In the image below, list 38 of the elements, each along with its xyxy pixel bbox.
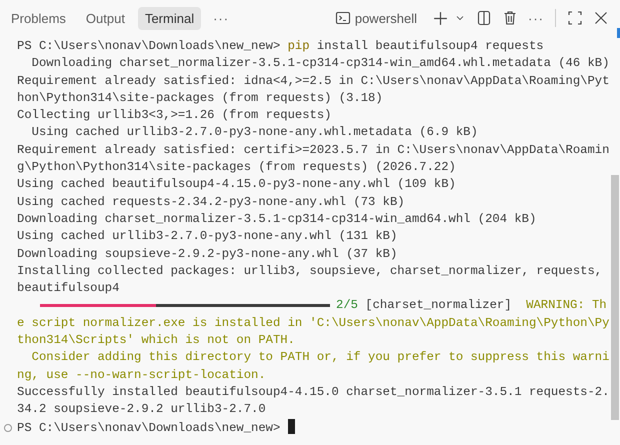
maximize-icon[interactable]	[567, 10, 583, 26]
shell-name[interactable]: powershell	[354, 10, 417, 26]
terminal-line: g\Python\Python314\site-packages (from requests) (2026.7.22)	[17, 159, 456, 176]
scrollbar-thumb[interactable]	[611, 175, 619, 420]
terminal-line: Using cached urllib3-2.7.0-py3-none-any.whl.metadata (6.9 kB)	[30, 124, 478, 142]
plus-icon[interactable]	[432, 10, 449, 26]
terminal-line: Downloading charset_normalizer-3.5.1-cp314-cp314-win_amd64.whl.metadata (46 kB)	[30, 55, 610, 72]
more-actions-button[interactable]: ···	[528, 10, 544, 26]
terminal-line: Using cached urllib3-2.7.0-py3-none-any.whl (131 kB)	[17, 228, 398, 246]
terminal-line: thon314\Scripts' which is not on PATH.	[17, 332, 295, 350]
terminal-line: hon\Python314\site-packages (from requests) (3.18)	[17, 90, 383, 107]
terminal-line: Requirement already satisfied: idna<4,>=2.5 in C:\Users\nonav\AppData\Roaming\Pyt	[17, 72, 610, 90]
terminal-line: Successfully installed beautifulsoup4-4.15.0 charset_normalizer-3.5.1 requests-2.	[17, 384, 610, 401]
split-icon[interactable]	[476, 10, 492, 26]
terminal-line: Downloading soupsieve-2.9.2-py3-none-any.whl (37 kB)	[17, 246, 398, 263]
close-icon[interactable]	[593, 10, 609, 26]
more-tabs-button[interactable]: ···	[207, 10, 236, 26]
terminal-line: Installing collected packages: urllib3, soupsieve, charset_normalizer, requests,	[17, 262, 602, 280]
terminal-line: ng, use --no-warn-script-location.	[17, 366, 266, 384]
progress-text: 2/5 [charset_normalizer] WARNING: Th	[336, 297, 607, 314]
trash-icon[interactable]	[502, 10, 518, 26]
terminal-line: PS C:\Users\nonav\Downloads\new_new> pip install beautifulsoup4 requests	[17, 38, 544, 55]
terminal-line: beautifulsoup4	[17, 280, 120, 298]
terminal-line: PS C:\Users\nonav\Downloads\new_new>	[17, 420, 282, 437]
terminal-line: 34.2 soupsieve-2.9.2 urllib3-2.7.0	[17, 401, 266, 418]
panel-tab[interactable]: Output	[78, 6, 132, 30]
terminal-line: Consider adding this directory to PATH or, if you prefer to suppress this warni	[30, 349, 610, 366]
panel-tab[interactable]: Problems	[4, 6, 73, 30]
terminal-line: e script normalizer.exe is installed in 'C:\Users\nonav\AppData\Roaming\Python\Py	[17, 314, 610, 332]
terminal-line: Using cached requests-2.34.2-py3-none-any.whl (73 kB)	[17, 194, 405, 211]
terminal-line: Requirement already satisfied: certifi>=2023.5.7 in C:\Users\nonav\AppData\Roamin	[17, 142, 610, 159]
panel-tab[interactable]: Terminal	[138, 6, 202, 30]
terminal-line: Collecting urllib3<3,>=1.26 (from requests)	[17, 107, 332, 124]
terminal-icon[interactable]	[334, 10, 351, 26]
terminal-line: Downloading charset_normalizer-3.5.1-cp314-cp314-win_amd64.whl (204 kB)	[17, 210, 536, 228]
scroll-marker	[617, 28, 620, 38]
terminal-line: Using cached beautifulsoup4-4.15.0-py3-none-any.whl (109 kB)	[17, 176, 456, 194]
command-decoration-icon[interactable]	[4, 424, 12, 432]
